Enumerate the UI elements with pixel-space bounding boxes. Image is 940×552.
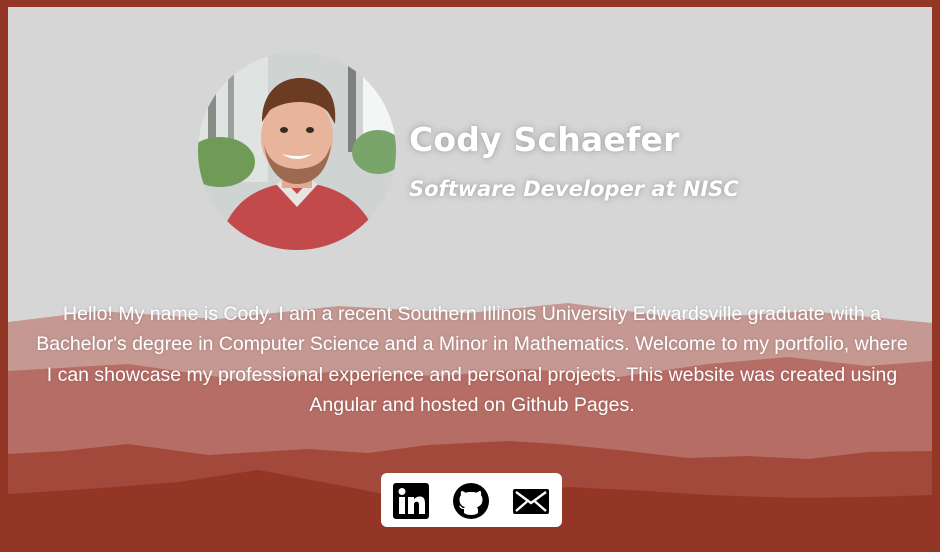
- linkedin-icon: [393, 483, 429, 519]
- email-icon: [513, 489, 549, 514]
- social-links: [381, 473, 562, 527]
- github-icon: [453, 483, 489, 519]
- profile-title: Software Developer at NISC: [409, 177, 739, 201]
- profile-photo: [198, 52, 396, 250]
- profile-name: Cody Schaefer: [409, 120, 680, 159]
- hero-section: Cody Schaefer Software Developer at NISC…: [8, 7, 932, 552]
- mountain-background: [8, 303, 932, 552]
- page-frame: Cody Schaefer Software Developer at NISC…: [0, 0, 940, 552]
- profile-bio: Hello! My name is Cody. I am a recent So…: [36, 303, 908, 417]
- email-link[interactable]: [511, 482, 551, 520]
- linkedin-link[interactable]: [391, 482, 431, 520]
- github-link[interactable]: [451, 482, 491, 520]
